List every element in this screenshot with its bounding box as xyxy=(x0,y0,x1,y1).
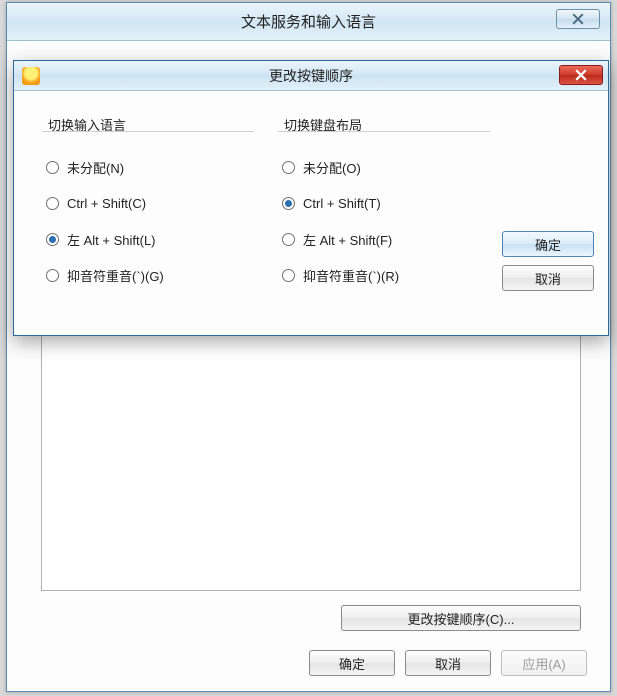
app-icon xyxy=(22,67,40,85)
radio-list-keyboard-layout: 未分配(O) Ctrl + Shift(T) 左 Alt + Shift(F) … xyxy=(282,149,490,293)
modal-cancel-button[interactable]: 取消 xyxy=(502,265,594,291)
radio-list-input-language: 未分配(N) Ctrl + Shift(C) 左 Alt + Shift(L) … xyxy=(46,149,254,293)
main-ok-label: 确定 xyxy=(339,654,365,673)
radio-input-lang-0[interactable]: 未分配(N) xyxy=(46,149,254,185)
modal-ok-label: 确定 xyxy=(535,235,561,254)
radio-icon xyxy=(282,197,295,210)
modal-titlebar: 更改按键顺序 xyxy=(14,61,608,91)
radio-input-lang-1[interactable]: Ctrl + Shift(C) xyxy=(46,185,254,221)
main-cancel-label: 取消 xyxy=(435,654,461,673)
modal-body: 切换输入语言 未分配(N) Ctrl + Shift(C) 左 Alt + Sh… xyxy=(28,101,594,323)
radio-icon xyxy=(46,233,59,246)
main-window-title: 文本服务和输入语言 xyxy=(241,11,376,32)
radio-label: 左 Alt + Shift(F) xyxy=(303,230,392,249)
main-ok-button[interactable]: 确定 xyxy=(309,650,395,676)
main-close-button[interactable] xyxy=(556,9,600,29)
radio-icon xyxy=(46,161,59,174)
radio-kbd-layout-3[interactable]: 抑音符重音(`)(R) xyxy=(282,257,490,293)
main-footer: 确定 取消 应用(A) xyxy=(16,643,601,683)
modal-button-column: 确定 取消 xyxy=(502,231,594,291)
radio-icon xyxy=(282,269,295,282)
modal-dialog: 更改按键顺序 切换输入语言 未分配(N) Ctrl + Shift(C) xyxy=(13,60,609,336)
radio-kbd-layout-0[interactable]: 未分配(O) xyxy=(282,149,490,185)
group-keyboard-layout: 切换键盘布局 未分配(O) Ctrl + Shift(T) 左 Alt + Sh… xyxy=(278,121,490,317)
radio-input-lang-2[interactable]: 左 Alt + Shift(L) xyxy=(46,221,254,257)
group-input-language-label: 切换输入语言 xyxy=(46,115,128,134)
group-keyboard-layout-label: 切换键盘布局 xyxy=(282,115,364,134)
radio-label: 抑音符重音(`)(G) xyxy=(67,266,164,285)
radio-label: 未分配(O) xyxy=(303,158,361,177)
close-icon xyxy=(572,13,584,25)
group-input-language: 切换输入语言 未分配(N) Ctrl + Shift(C) 左 Alt + Sh… xyxy=(42,121,254,317)
radio-icon xyxy=(282,233,295,246)
radio-icon xyxy=(282,161,295,174)
radio-icon xyxy=(46,269,59,282)
modal-close-button[interactable] xyxy=(559,65,603,85)
radio-label: 抑音符重音(`)(R) xyxy=(303,266,399,285)
radio-kbd-layout-2[interactable]: 左 Alt + Shift(F) xyxy=(282,221,490,257)
radio-label: 左 Alt + Shift(L) xyxy=(67,230,156,249)
main-cancel-button[interactable]: 取消 xyxy=(405,650,491,676)
main-titlebar: 文本服务和输入语言 xyxy=(7,3,610,41)
change-key-sequence-button[interactable]: 更改按键顺序(C)... xyxy=(341,605,581,631)
radio-input-lang-3[interactable]: 抑音符重音(`)(G) xyxy=(46,257,254,293)
radio-label: Ctrl + Shift(T) xyxy=(303,196,381,211)
radio-kbd-layout-1[interactable]: Ctrl + Shift(T) xyxy=(282,185,490,221)
change-key-sequence-label: 更改按键顺序(C)... xyxy=(408,609,515,628)
radio-icon xyxy=(46,197,59,210)
main-apply-button: 应用(A) xyxy=(501,650,587,676)
main-apply-label: 应用(A) xyxy=(522,654,565,673)
radio-label: 未分配(N) xyxy=(67,158,124,177)
modal-ok-button[interactable]: 确定 xyxy=(502,231,594,257)
modal-title: 更改按键顺序 xyxy=(269,66,353,86)
close-icon xyxy=(575,69,587,81)
radio-label: Ctrl + Shift(C) xyxy=(67,196,146,211)
modal-cancel-label: 取消 xyxy=(535,269,561,288)
